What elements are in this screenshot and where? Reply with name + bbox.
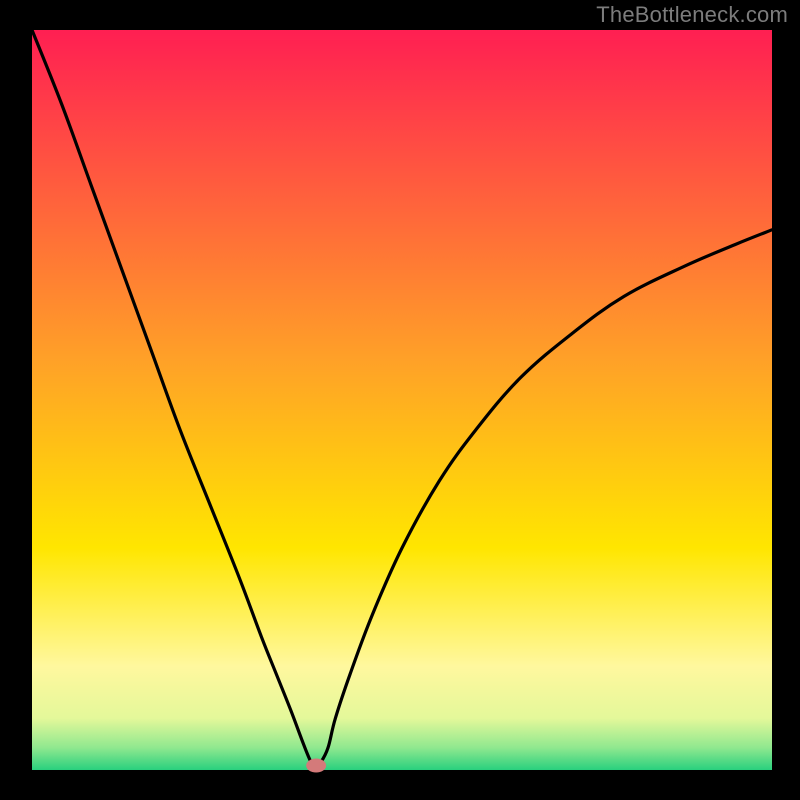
min-marker xyxy=(306,759,326,773)
watermark-text: TheBottleneck.com xyxy=(596,2,788,28)
chart-frame: TheBottleneck.com xyxy=(0,0,800,800)
chart-svg xyxy=(0,0,800,800)
plot-background xyxy=(32,30,772,770)
